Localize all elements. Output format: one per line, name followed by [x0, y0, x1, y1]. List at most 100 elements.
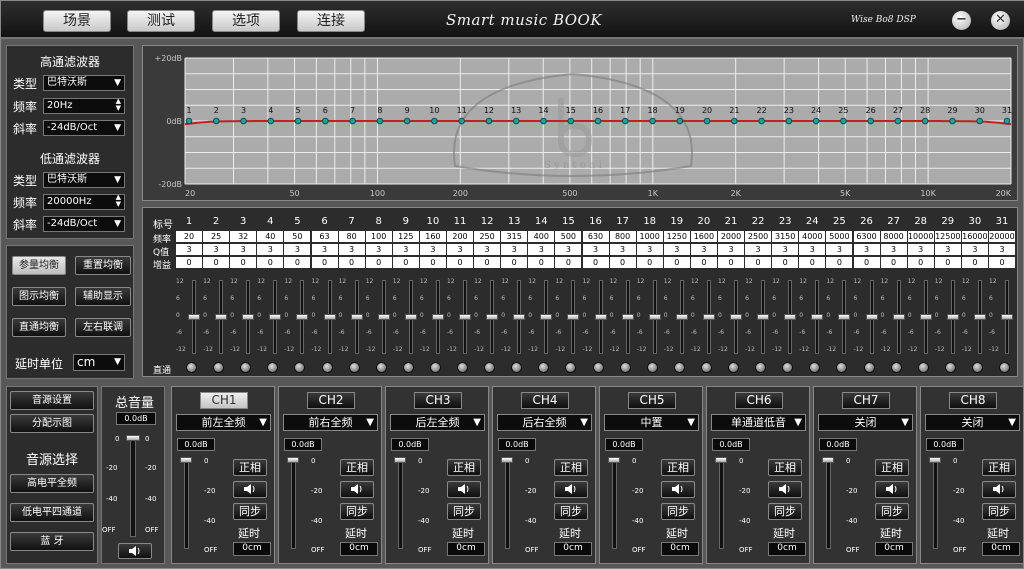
band-gain-fader[interactable]: 12 6 0 -6 -12 [826, 274, 853, 358]
channel-gain-track[interactable] [398, 459, 403, 549]
band-q-cell[interactable]: 3 [392, 244, 419, 255]
band-freq-cell[interactable]: 800 [609, 231, 636, 242]
band-bypass-toggle[interactable] [917, 362, 929, 373]
band-q-cell[interactable]: 3 [880, 244, 907, 255]
source-settings-button[interactable]: 音源设置 [10, 391, 94, 410]
band-q-cell[interactable]: 3 [989, 244, 1015, 255]
channel-gain-slider[interactable] [715, 457, 727, 463]
band-freq-cell[interactable]: 80 [338, 231, 365, 242]
band-bypass-toggle[interactable] [863, 362, 875, 373]
band-gain-fader[interactable]: 12 6 0 -6 -12 [393, 274, 420, 358]
band-gain-cell[interactable]: 0 [338, 257, 365, 268]
fader-knob[interactable] [486, 314, 499, 320]
band-bypass-toggle[interactable] [836, 362, 848, 373]
band-gain-fader[interactable]: 12 6 0 -6 -12 [718, 274, 745, 358]
mute-button[interactable] [554, 481, 588, 498]
band-freq-cell[interactable]: 16000 [961, 231, 988, 242]
close-button[interactable]: ✕ [991, 11, 1010, 30]
band-gain-fader[interactable]: 12 6 0 -6 -12 [637, 274, 664, 358]
bypass-eq-button[interactable]: 直通均衡 [12, 318, 66, 337]
channel-assign-select[interactable]: 单通道低音 ▼ [711, 414, 806, 431]
eq-point[interactable] [485, 117, 493, 125]
fader-knob[interactable] [296, 314, 309, 320]
eq-point[interactable] [240, 117, 247, 125]
fader-knob[interactable] [648, 314, 661, 320]
band-bypass-toggle[interactable] [511, 362, 523, 373]
channel-gain-track[interactable] [291, 459, 296, 549]
fader-knob[interactable] [567, 314, 580, 320]
band-gain-cell[interactable]: 0 [636, 257, 663, 268]
fader-knob[interactable] [188, 314, 200, 320]
band-q-cell[interactable]: 3 [799, 244, 826, 255]
fader-knob[interactable] [919, 314, 932, 320]
band-q-cell[interactable]: 3 [474, 244, 501, 255]
fader-knob[interactable] [811, 314, 824, 320]
band-q-cell[interactable]: 3 [853, 244, 880, 255]
eq-point[interactable] [458, 117, 465, 125]
channel-assign-select[interactable]: 关闭 ▼ [925, 414, 1020, 431]
band-freq-cell[interactable]: 12500 [934, 231, 961, 242]
band-gain-cell[interactable]: 0 [989, 257, 1015, 268]
channel-gain-track[interactable] [505, 459, 510, 549]
band-gain-cell[interactable]: 0 [555, 257, 582, 268]
band-q-cell[interactable]: 3 [338, 244, 365, 255]
eq-point[interactable] [376, 117, 384, 125]
band-gain-cell[interactable]: 0 [772, 257, 799, 268]
assignment-map-button[interactable]: 分配示图 [10, 414, 94, 433]
eq-point[interactable] [894, 117, 902, 125]
band-bypass-toggle[interactable] [782, 362, 794, 373]
band-gain-fader[interactable]: 12 6 0 -6 -12 [691, 274, 718, 358]
band-gain-cell[interactable]: 0 [745, 257, 772, 268]
band-q-cell[interactable]: 3 [230, 244, 257, 255]
band-freq-cell[interactable]: 200 [447, 231, 473, 242]
lpf-type-select[interactable]: 巴特沃斯 ▼ [43, 172, 125, 188]
fader-knob[interactable] [1001, 314, 1013, 320]
band-q-cell[interactable]: 3 [582, 244, 609, 255]
fader-knob[interactable] [377, 314, 390, 320]
channel-gain-slider[interactable] [608, 457, 620, 463]
fader-knob[interactable] [675, 314, 688, 320]
phase-button[interactable]: 正相 [554, 459, 588, 476]
source-low-level-button[interactable]: 低电平四通道 [10, 503, 94, 522]
band-q-cell[interactable]: 3 [745, 244, 772, 255]
channel-assign-select[interactable]: 关闭 ▼ [818, 414, 913, 431]
fader-knob[interactable] [404, 314, 417, 320]
channel-delay-value[interactable]: 0cm [661, 542, 699, 556]
master-volume-track[interactable] [130, 437, 136, 537]
channel-select-button[interactable]: CH2 [307, 392, 355, 409]
band-freq-cell[interactable]: 100 [365, 231, 392, 242]
options-button[interactable]: 选项 [212, 10, 280, 32]
master-volume-slider[interactable] [126, 435, 140, 441]
band-bypass-toggle[interactable] [809, 362, 821, 373]
band-gain-fader[interactable]: 12 6 0 -6 -12 [610, 274, 637, 358]
fader-knob[interactable] [865, 314, 878, 320]
sync-button[interactable]: 同步 [447, 503, 481, 520]
band-bypass-toggle[interactable] [267, 362, 279, 373]
band-q-cell[interactable]: 3 [772, 244, 799, 255]
channel-gain-track[interactable] [933, 459, 938, 549]
band-q-cell[interactable]: 3 [961, 244, 988, 255]
band-bypass-toggle[interactable] [565, 362, 577, 373]
band-q-cell[interactable]: 3 [663, 244, 690, 255]
channel-select-button[interactable]: CH4 [521, 392, 569, 409]
eq-point[interactable] [594, 117, 602, 125]
band-q-cell[interactable]: 3 [257, 244, 284, 255]
eq-point[interactable] [840, 117, 847, 125]
band-gain-fader[interactable]: 12 6 0 -6 -12 [366, 274, 393, 358]
band-bypass-toggle[interactable] [321, 362, 333, 373]
source-bluetooth-button[interactable]: 蓝 牙 [10, 532, 94, 551]
fader-knob[interactable] [621, 314, 634, 320]
fader-knob[interactable] [757, 314, 770, 320]
band-q-cell[interactable]: 3 [284, 244, 311, 255]
band-freq-cell[interactable]: 25 [203, 231, 230, 242]
band-gain-cell[interactable]: 0 [419, 257, 446, 268]
band-q-cell[interactable]: 3 [555, 244, 582, 255]
band-freq-cell[interactable]: 1600 [690, 231, 717, 242]
fader-knob[interactable] [784, 314, 797, 320]
eq-point[interactable] [322, 117, 329, 125]
band-bypass-toggle[interactable] [402, 362, 414, 373]
channel-delay-value[interactable]: 0cm [233, 542, 271, 556]
band-freq-cell[interactable]: 6300 [853, 231, 880, 242]
reset-eq-button[interactable]: 重置均衡 [75, 256, 131, 275]
band-gain-fader[interactable]: 12 6 0 -6 -12 [474, 274, 501, 358]
